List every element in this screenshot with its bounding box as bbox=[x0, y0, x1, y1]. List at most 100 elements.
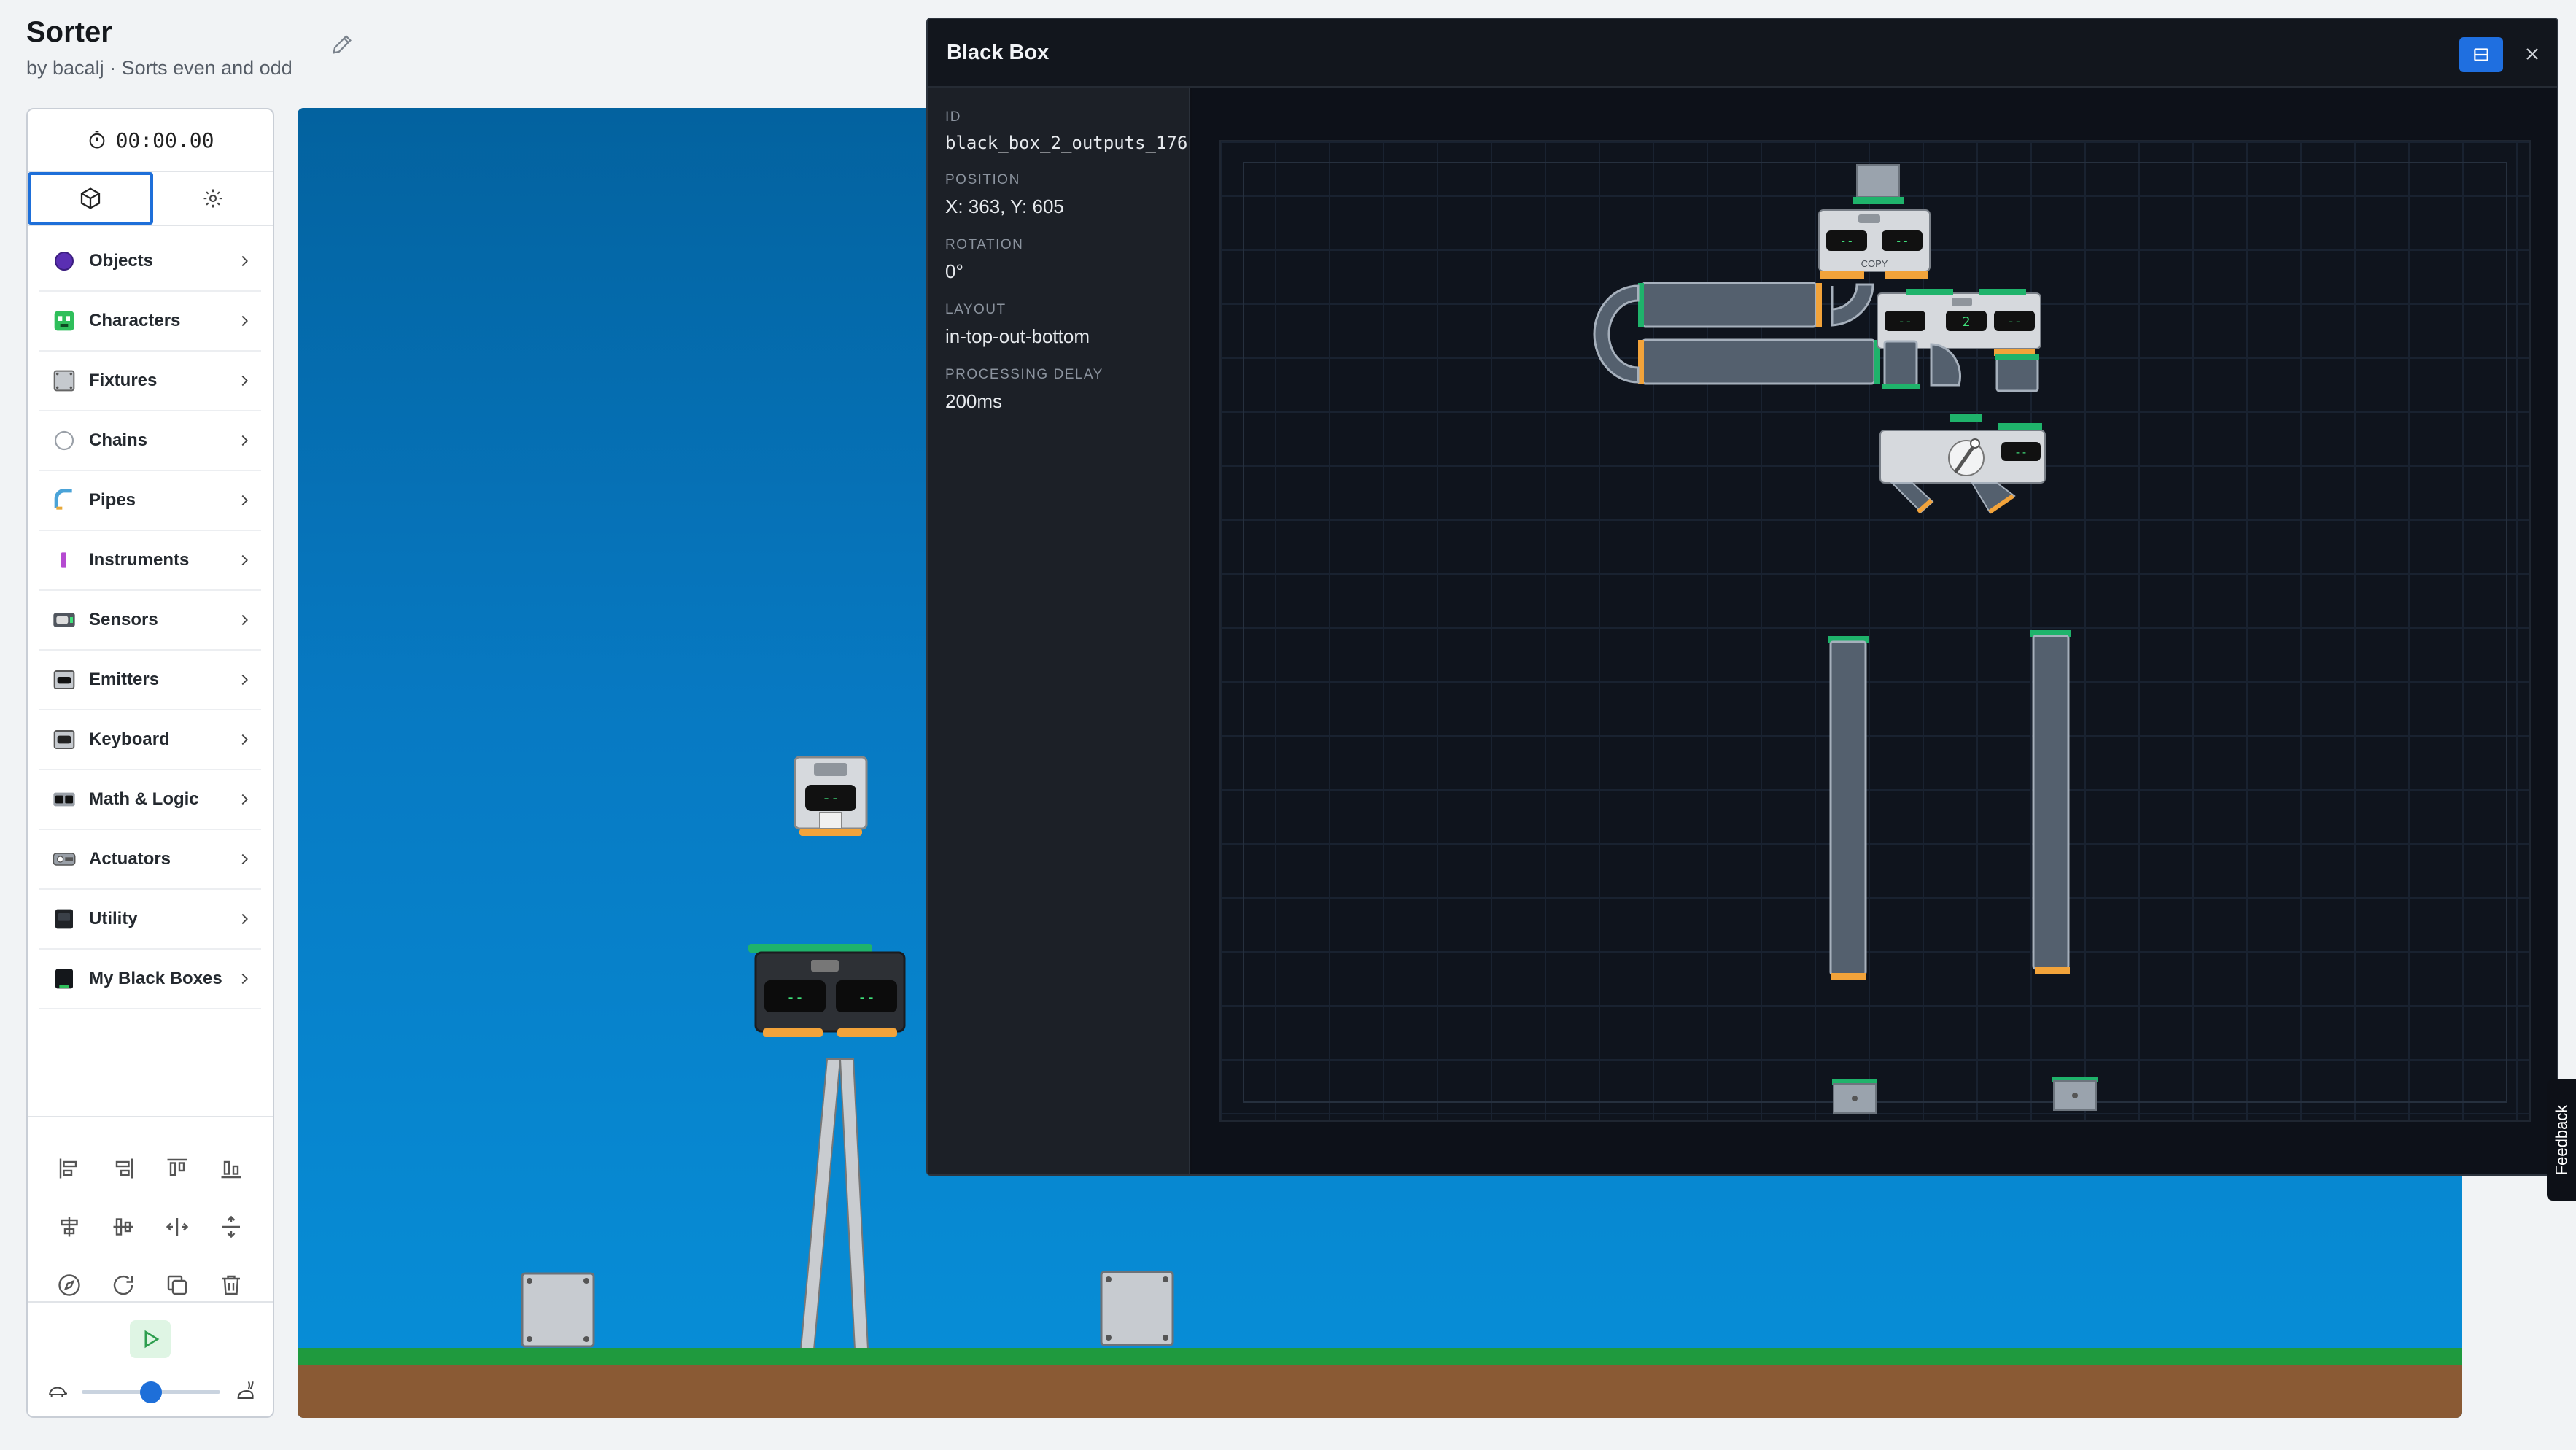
purple-circle-icon bbox=[53, 249, 76, 273]
chevron-right-icon bbox=[241, 674, 248, 686]
property-value[interactable]: black_box_2_outputs_176 bbox=[945, 133, 1187, 153]
dirt-ground bbox=[298, 1365, 2462, 1418]
pipe-elbow-left[interactable] bbox=[1593, 284, 1640, 384]
category-label: Sensors bbox=[89, 610, 158, 629]
modal-header: Black Box bbox=[928, 19, 2557, 88]
project-subtitle: by bacalj · Sorts even and odd bbox=[26, 57, 292, 79]
pipe-tall-left[interactable] bbox=[1828, 636, 1869, 980]
output-block-right[interactable] bbox=[2052, 1077, 2098, 1111]
align-center-horizontal-icon[interactable] bbox=[56, 1214, 82, 1240]
stopwatch-icon bbox=[89, 131, 104, 149]
rabbit-icon bbox=[237, 1381, 254, 1399]
trash-icon[interactable] bbox=[218, 1272, 244, 1298]
align-right-icon[interactable] bbox=[110, 1155, 136, 1182]
chevron-right-icon bbox=[241, 495, 248, 506]
distribute-vertical-icon[interactable] bbox=[218, 1214, 244, 1240]
play-icon bbox=[144, 1330, 160, 1349]
close-icon bbox=[2526, 48, 2538, 60]
property-value: in-top-out-bottom bbox=[945, 325, 1090, 347]
category-fixtures[interactable]: Fixtures bbox=[39, 352, 261, 411]
property-layout: LAYOUT in-top-out-bottom bbox=[928, 302, 1189, 348]
category-instruments[interactable]: Instruments bbox=[39, 531, 261, 591]
modulo-value: 2 bbox=[1963, 314, 1971, 330]
close-button[interactable] bbox=[2518, 39, 2547, 69]
pipe-short-vertical[interactable] bbox=[1882, 340, 1920, 389]
align-bottom-icon[interactable] bbox=[218, 1155, 244, 1182]
actuator-icon bbox=[53, 848, 76, 871]
utility-icon bbox=[53, 907, 76, 931]
category-sensors[interactable]: Sensors bbox=[39, 591, 261, 651]
ground-block-right[interactable] bbox=[1100, 1271, 1174, 1346]
category-utility[interactable]: Utility bbox=[39, 890, 261, 950]
property-id: ID black_box_2_outputs_176 bbox=[928, 109, 1189, 153]
copy-block[interactable]: -- -- COPY bbox=[1818, 209, 1931, 279]
timer: 00:00.00 bbox=[28, 109, 273, 172]
project-title: Sorter bbox=[26, 16, 112, 48]
category-label: Pipes bbox=[89, 490, 136, 510]
input-port-block[interactable] bbox=[1853, 164, 1904, 204]
turtle-icon bbox=[49, 1387, 67, 1397]
align-center-vertical-icon[interactable] bbox=[110, 1214, 136, 1240]
chevron-right-icon bbox=[241, 853, 248, 865]
chevron-right-icon bbox=[241, 973, 248, 985]
property-label: ROTATION bbox=[945, 237, 1024, 252]
keyboard-icon bbox=[53, 728, 76, 751]
category-actuators[interactable]: Actuators bbox=[39, 830, 261, 890]
play-button[interactable] bbox=[130, 1320, 171, 1358]
ground-block-left[interactable] bbox=[521, 1272, 595, 1348]
align-left-icon[interactable] bbox=[56, 1155, 82, 1182]
category-math-logic[interactable]: Math & Logic bbox=[39, 770, 261, 830]
category-objects[interactable]: Objects bbox=[39, 232, 261, 292]
category-chains[interactable]: Chains bbox=[39, 411, 261, 471]
pipe-elbow-top-right[interactable] bbox=[1831, 283, 1874, 327]
sensor-box[interactable]: -- bbox=[794, 756, 868, 836]
property-rotation: ROTATION 0° bbox=[928, 237, 1189, 283]
support-legs[interactable] bbox=[799, 1058, 869, 1350]
chevron-right-icon bbox=[241, 794, 248, 805]
tab-settings[interactable] bbox=[153, 172, 273, 225]
router-block[interactable]: -- bbox=[1879, 414, 2046, 514]
property-processing-delay: PROCESSING DELAY 200ms bbox=[928, 367, 1189, 413]
chevron-right-icon bbox=[241, 614, 248, 626]
category-label: Chains bbox=[89, 430, 148, 450]
tab-objects[interactable] bbox=[28, 172, 153, 225]
category-emitters[interactable]: Emitters bbox=[39, 651, 261, 710]
black-box-device[interactable]: -- -- bbox=[748, 944, 906, 1037]
category-label: Objects bbox=[89, 251, 154, 271]
compass-icon[interactable] bbox=[56, 1272, 82, 1298]
category-my-black-boxes[interactable]: My Black Boxes bbox=[39, 950, 261, 1009]
category-label: Actuators bbox=[89, 849, 171, 869]
category-label: Math & Logic bbox=[89, 789, 199, 809]
align-top-icon[interactable] bbox=[164, 1155, 190, 1182]
category-label: Utility bbox=[89, 909, 138, 928]
property-label: ID bbox=[945, 109, 961, 125]
black-box-modal: Black Box ID black_box_2_outputs_176 POSIT… bbox=[926, 18, 2558, 1176]
category-keyboard[interactable]: Keyboard bbox=[39, 710, 261, 770]
property-label: LAYOUT bbox=[945, 302, 1006, 317]
speed-slider-thumb[interactable] bbox=[140, 1381, 162, 1403]
property-value: 0° bbox=[945, 260, 963, 282]
rotate-icon[interactable] bbox=[110, 1272, 136, 1298]
pipe-horizontal-bottom[interactable] bbox=[1638, 338, 1880, 385]
category-pipes[interactable]: Pipes bbox=[39, 471, 261, 531]
duplicate-icon[interactable] bbox=[164, 1272, 190, 1298]
distribute-horizontal-icon[interactable] bbox=[164, 1214, 190, 1240]
pipe-tall-right[interactable] bbox=[2030, 630, 2071, 974]
chevron-right-icon bbox=[241, 315, 248, 327]
category-characters[interactable]: Characters bbox=[39, 292, 261, 352]
output-block-left[interactable] bbox=[1832, 1079, 1877, 1114]
feedback-tab[interactable]: Feedback bbox=[2547, 1079, 2576, 1201]
property-label: PROCESSING DELAY bbox=[945, 367, 1103, 382]
property-position: POSITION X: 363, Y: 605 bbox=[928, 172, 1189, 218]
grass-ground bbox=[298, 1348, 2462, 1365]
modal-title: Black Box bbox=[947, 41, 1050, 64]
pipe-horizontal-top[interactable] bbox=[1638, 282, 1822, 328]
properties-scrollbar[interactable] bbox=[928, 1174, 1190, 1176]
dock-panel-button[interactable] bbox=[2459, 37, 2503, 72]
pipe-icon bbox=[53, 489, 76, 512]
pipe-elbow-right[interactable] bbox=[1930, 343, 1961, 387]
pencil-icon[interactable] bbox=[330, 32, 354, 57]
sidebar-tabs bbox=[28, 172, 273, 226]
black-box-editor-canvas[interactable]: -- -- COPY -- 2 -- -- bbox=[1192, 88, 2557, 1174]
pipe-short-right[interactable] bbox=[1995, 354, 2039, 392]
